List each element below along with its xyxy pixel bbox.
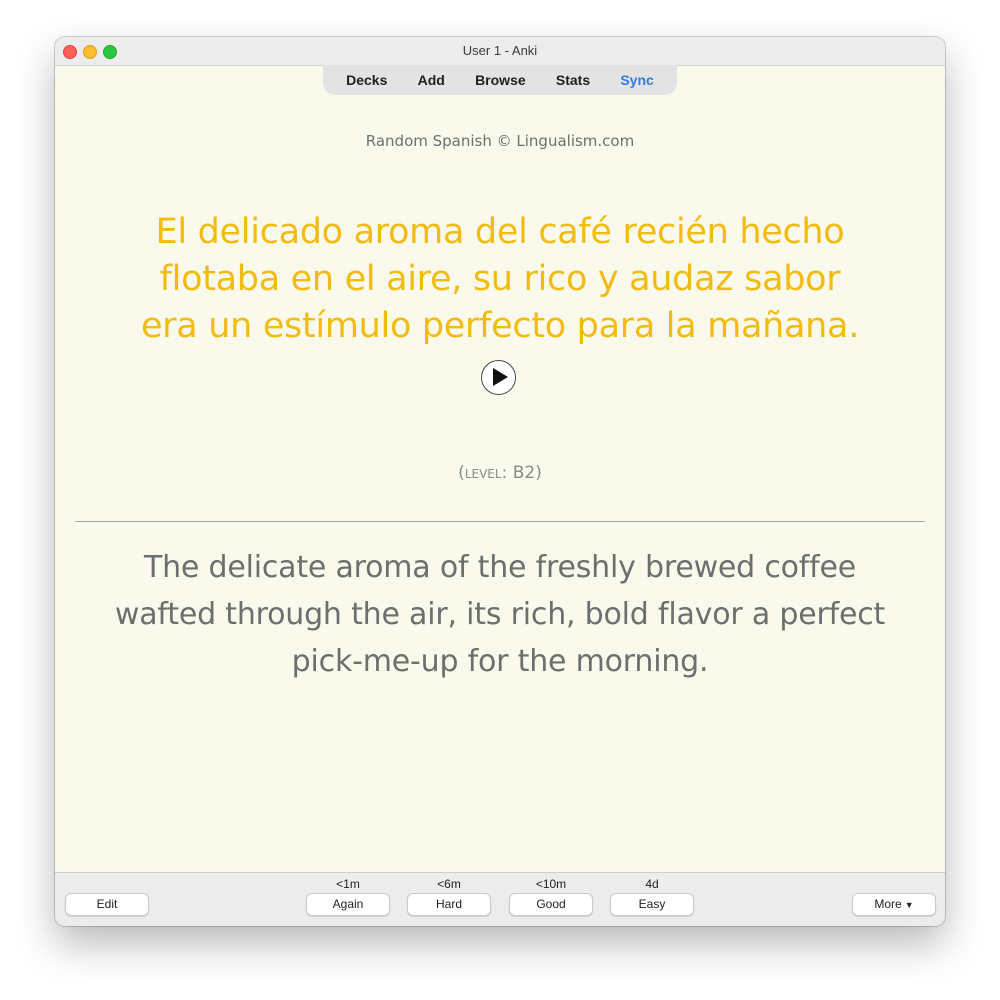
interval-label: <1m	[336, 877, 360, 891]
answer-divider	[75, 521, 925, 522]
toolbar-sync-button[interactable]: Sync	[620, 72, 653, 88]
more-button[interactable]: More ▼	[852, 893, 936, 916]
main-toolbar: Decks Add Browse Stats Sync	[323, 65, 677, 95]
interval-label: 4d	[645, 877, 659, 891]
card-front-spanish: El delicado aroma del café recién hecho …	[75, 209, 925, 350]
again-button[interactable]: Again	[306, 893, 390, 916]
toolbar-stats-button[interactable]: Stats	[556, 72, 590, 88]
toolbar-add-button[interactable]: Add	[418, 72, 445, 88]
answer-hard: <6m Hard	[407, 876, 491, 916]
interval-label: <10m	[535, 877, 567, 891]
english-line: pick-me-up for the morning.	[291, 644, 709, 679]
review-bottom-bar: Edit <1m Again <6m Hard <10m Good 4d Eas…	[55, 872, 945, 926]
card-back-english: The delicate aroma of the freshly brewed…	[75, 544, 925, 685]
english-line: wafted through the air, its rich, bold f…	[114, 597, 886, 632]
edit-button[interactable]: Edit	[65, 893, 149, 916]
hard-button[interactable]: Hard	[407, 893, 491, 916]
good-button[interactable]: Good	[509, 893, 593, 916]
toolbar-decks-button[interactable]: Decks	[346, 72, 387, 88]
title-bar[interactable]: User 1 - Anki	[55, 37, 945, 66]
deck-credit: Random Spanish © Lingualism.com	[365, 132, 635, 150]
answer-good: <10m Good	[509, 876, 593, 916]
toolbar-browse-button[interactable]: Browse	[475, 72, 526, 88]
spanish-line: El delicado aroma del café recién hecho	[155, 212, 845, 252]
easy-button[interactable]: Easy	[610, 893, 694, 916]
answer-again: <1m Again	[306, 876, 390, 916]
level-value: B2	[512, 463, 536, 483]
caret-down-icon: ▼	[904, 900, 914, 910]
more-label: More	[874, 897, 902, 911]
level-label: Level:	[464, 463, 508, 483]
play-audio-button[interactable]	[481, 360, 516, 395]
play-icon	[493, 368, 508, 386]
anki-window: User 1 - Anki Decks Add Browse Stats Syn…	[55, 37, 945, 926]
interval-label: <6m	[437, 877, 461, 891]
spanish-line: era un estímulo perfecto para la mañana.	[140, 306, 860, 346]
window-title: User 1 - Anki	[462, 43, 538, 58]
spanish-line: flotaba en el aire, su rico y audaz sabo…	[159, 259, 841, 299]
card-level: (Level: B2)	[458, 463, 542, 483]
answer-easy: 4d Easy	[610, 876, 694, 916]
english-line: The delicate aroma of the freshly brewed…	[143, 550, 857, 585]
